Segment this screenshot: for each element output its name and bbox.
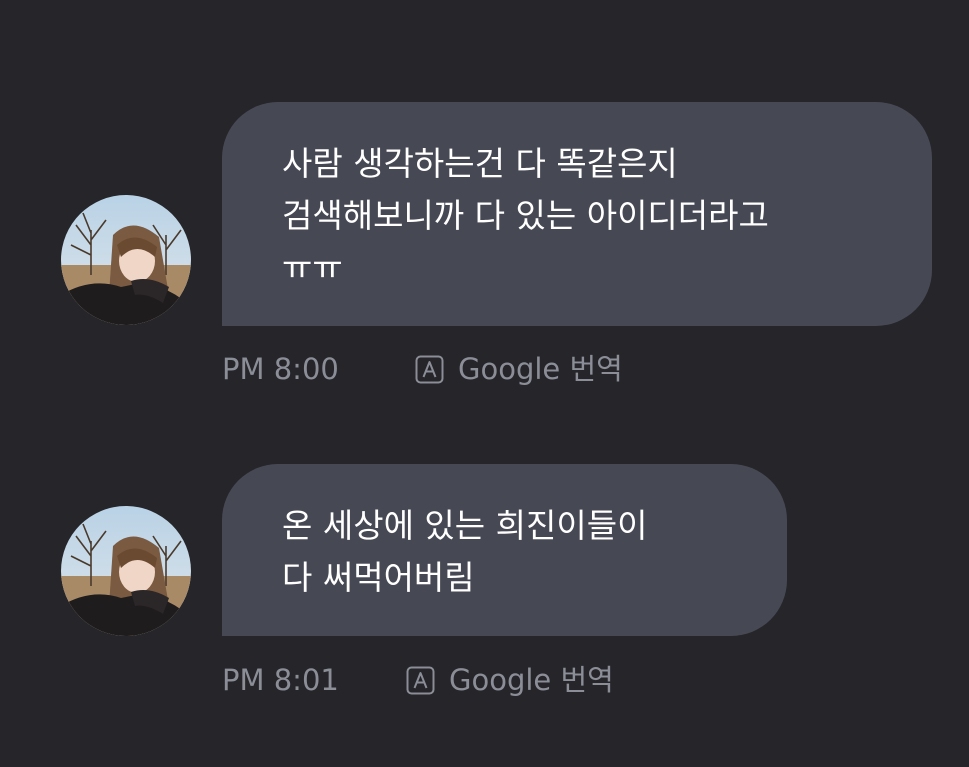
google-translate-button[interactable]: Google 번역 bbox=[406, 662, 614, 698]
message-time: PM 8:01 bbox=[222, 663, 339, 697]
message-meta: PM 8:01 Google 번역 bbox=[222, 662, 642, 698]
avatar[interactable] bbox=[61, 506, 191, 636]
message-line: 온 세상에 있는 희진이들이 bbox=[282, 506, 648, 545]
message-line: 다 써먹어버림 bbox=[282, 558, 475, 597]
avatar-photo bbox=[61, 506, 191, 636]
translate-icon bbox=[406, 666, 435, 694]
message-bubble[interactable]: 온 세상에 있는 희진이들이 다 써먹어버림 bbox=[222, 464, 787, 636]
translate-label: Google 번역 bbox=[449, 663, 614, 697]
chat-message: 온 세상에 있는 희진이들이 다 써먹어버림 PM 8:01 Google 번역 bbox=[0, 0, 969, 767]
